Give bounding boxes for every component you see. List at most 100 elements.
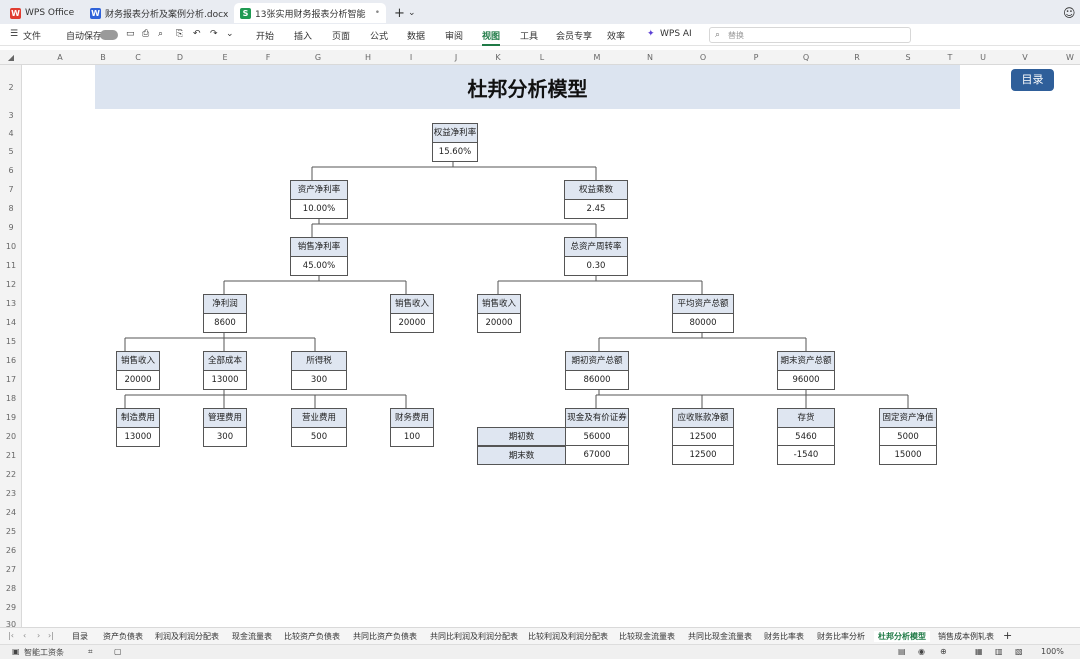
sheet-tab[interactable]: 共同比现金流量表 xyxy=(688,631,752,642)
sheet-canvas[interactable]: 杜邦分析模型 目录 权益净利率 15.60% 资产净利率 10.00% 权益乘数… xyxy=(22,65,1080,627)
row-header-cell[interactable]: 12 xyxy=(0,280,22,289)
node-average-total-assets[interactable]: 平均资产总额 80000 xyxy=(672,294,734,333)
row-header-cell[interactable]: 24 xyxy=(0,508,22,517)
last-sheet-icon[interactable]: ›| xyxy=(48,631,54,640)
sheet-tab[interactable]: 财务比率表 xyxy=(764,631,804,642)
node-cash-securities[interactable]: 现金及有价证券 56000 67000 xyxy=(565,408,629,465)
sheet-tab-active[interactable]: 杜邦分析模型 xyxy=(874,631,930,642)
node-selling-expense[interactable]: 营业费用 500 xyxy=(291,408,347,447)
tab-efficiency[interactable]: 效率 xyxy=(607,29,625,42)
row-header-cell[interactable]: 16 xyxy=(0,356,22,365)
column-header-cell[interactable]: H xyxy=(348,53,388,62)
sheet-tab[interactable]: 财务比率分析 xyxy=(817,631,865,642)
node-total-cost[interactable]: 全部成本 13000 xyxy=(203,351,247,390)
column-header-cell[interactable]: A xyxy=(40,53,80,62)
page-layout-icon[interactable]: ▥ xyxy=(995,647,1003,656)
preview-icon[interactable]: ⌕ xyxy=(158,29,163,39)
row-header-cell[interactable]: 22 xyxy=(0,470,22,479)
sheet-tab[interactable]: 销售成本例轧表 xyxy=(938,631,994,642)
page-break-icon[interactable]: ▧ xyxy=(1015,647,1023,656)
column-header-cell[interactable]: P xyxy=(736,53,776,62)
row-header-cell[interactable]: 18 xyxy=(0,394,22,403)
column-header-cell[interactable]: O xyxy=(683,53,723,62)
row-header-cell[interactable]: 21 xyxy=(0,451,22,460)
sheet-tab[interactable]: 比较资产负债表 xyxy=(284,631,340,642)
sheet-tab[interactable]: 比较现金流量表 xyxy=(619,631,675,642)
next-sheet-icon[interactable]: › xyxy=(37,631,40,640)
node-beginning-total-assets[interactable]: 期初资产总额 86000 xyxy=(565,351,629,390)
column-header-cell[interactable]: R xyxy=(837,53,877,62)
column-header-cell[interactable]: Q xyxy=(786,53,826,62)
column-header-cell[interactable]: B xyxy=(95,53,111,62)
account-icon[interactable]: ☺ xyxy=(1057,3,1075,23)
node-inventory[interactable]: 存货 5460 -1540 xyxy=(777,408,835,465)
chevron-down-icon[interactable]: ⌄ xyxy=(402,3,418,23)
redo-icon[interactable]: ↷ xyxy=(210,29,218,39)
row-header-cell[interactable]: 29 xyxy=(0,603,22,612)
zoom-level[interactable]: 100% xyxy=(1041,647,1064,656)
sheet-tab[interactable]: 共同比利润及利润分配表 xyxy=(430,631,518,642)
sheet-tab[interactable]: 资产负债表 xyxy=(103,631,143,642)
node-net-profit[interactable]: 净利润 8600 xyxy=(203,294,247,333)
row-header-cell[interactable]: 20 xyxy=(0,432,22,441)
add-sheet-icon[interactable]: + xyxy=(1003,629,1012,642)
row-header-cell[interactable]: 25 xyxy=(0,527,22,536)
page-icon[interactable]: ▤ xyxy=(898,647,906,656)
sheet-tab[interactable]: 目录 xyxy=(72,631,88,642)
node-asset-turnover[interactable]: 总资产周转率 0.30 xyxy=(564,237,628,276)
row-header-cell[interactable]: 2 xyxy=(0,83,22,92)
column-header-cell[interactable]: G xyxy=(298,53,338,62)
window-tab-spreadsheet[interactable]: S 13张实用财务报表分析智能 • xyxy=(234,3,386,23)
row-header-cell[interactable]: 23 xyxy=(0,489,22,498)
node-sales-revenue[interactable]: 销售收入 20000 xyxy=(477,294,521,333)
macro-icon[interactable]: ⌗ xyxy=(88,647,93,657)
row-header-cell[interactable]: 8 xyxy=(0,204,22,213)
node-fixed-assets[interactable]: 固定资产净值 5000 15000 xyxy=(879,408,937,465)
node-sales-revenue[interactable]: 销售收入 20000 xyxy=(116,351,160,390)
tab-review[interactable]: 审阅 xyxy=(445,29,463,42)
row-header-cell[interactable]: 14 xyxy=(0,318,22,327)
column-header-cell[interactable]: F xyxy=(248,53,288,62)
column-header-cell[interactable]: V xyxy=(1005,53,1045,62)
column-header-cell[interactable]: I xyxy=(391,53,431,62)
chevron-down-icon[interactable]: ⌄ xyxy=(226,29,234,39)
node-roa[interactable]: 资产净利率 10.00% xyxy=(290,180,348,219)
search-input[interactable]: ⌕ 替换 xyxy=(709,27,911,43)
tab-data[interactable]: 数据 xyxy=(407,29,425,42)
row-header-cell[interactable]: 28 xyxy=(0,584,22,593)
window-tab-docx[interactable]: W 财务报表分析及案例分析.docx × xyxy=(84,3,232,23)
menu-icon[interactable]: ☰ xyxy=(10,29,18,39)
tab-wps-ai[interactable]: WPS AI xyxy=(660,29,692,39)
row-header-cell[interactable]: 6 xyxy=(0,166,22,175)
row-header-cell[interactable]: 7 xyxy=(0,185,22,194)
row-header-cell[interactable]: 19 xyxy=(0,413,22,422)
close-icon[interactable]: × xyxy=(228,8,232,18)
globe-icon[interactable]: ⊕ xyxy=(940,647,947,656)
autosave-toggle[interactable] xyxy=(100,30,118,40)
tab-insert[interactable]: 插入 xyxy=(294,29,312,42)
protect-icon[interactable]: ▢ xyxy=(114,647,122,656)
row-header-cell[interactable]: 9 xyxy=(0,223,22,232)
row-header-cell[interactable]: 15 xyxy=(0,337,22,346)
first-sheet-icon[interactable]: |‹ xyxy=(8,631,14,640)
undo-icon[interactable]: ↶ xyxy=(193,29,201,39)
column-header-cell[interactable]: D xyxy=(160,53,200,62)
print-icon[interactable]: ⎙ xyxy=(142,29,149,39)
file-menu[interactable]: 文件 xyxy=(23,29,41,42)
prev-sheet-icon[interactable]: ‹ xyxy=(23,631,26,640)
column-header-cell[interactable]: J xyxy=(436,53,476,62)
node-sales-revenue[interactable]: 销售收入 20000 xyxy=(390,294,434,333)
tab-page[interactable]: 页面 xyxy=(332,29,350,42)
row-header-cell[interactable]: 17 xyxy=(0,375,22,384)
sheet-tab[interactable]: 利润及利润分配表 xyxy=(155,631,219,642)
sheet-tab[interactable]: 现金流量表 xyxy=(232,631,272,642)
tab-formula[interactable]: 公式 xyxy=(370,29,388,42)
column-header-cell[interactable]: C xyxy=(118,53,158,62)
row-header-cell[interactable]: 13 xyxy=(0,299,22,308)
column-header-cell[interactable]: E xyxy=(205,53,245,62)
node-finance-expense[interactable]: 财务费用 100 xyxy=(390,408,434,447)
node-net-profit-margin[interactable]: 销售净利率 45.00% xyxy=(290,237,348,276)
tab-member[interactable]: 会员专享 xyxy=(556,29,592,42)
select-all-corner[interactable]: ◢ xyxy=(4,53,18,62)
row-header-cell[interactable]: 26 xyxy=(0,546,22,555)
